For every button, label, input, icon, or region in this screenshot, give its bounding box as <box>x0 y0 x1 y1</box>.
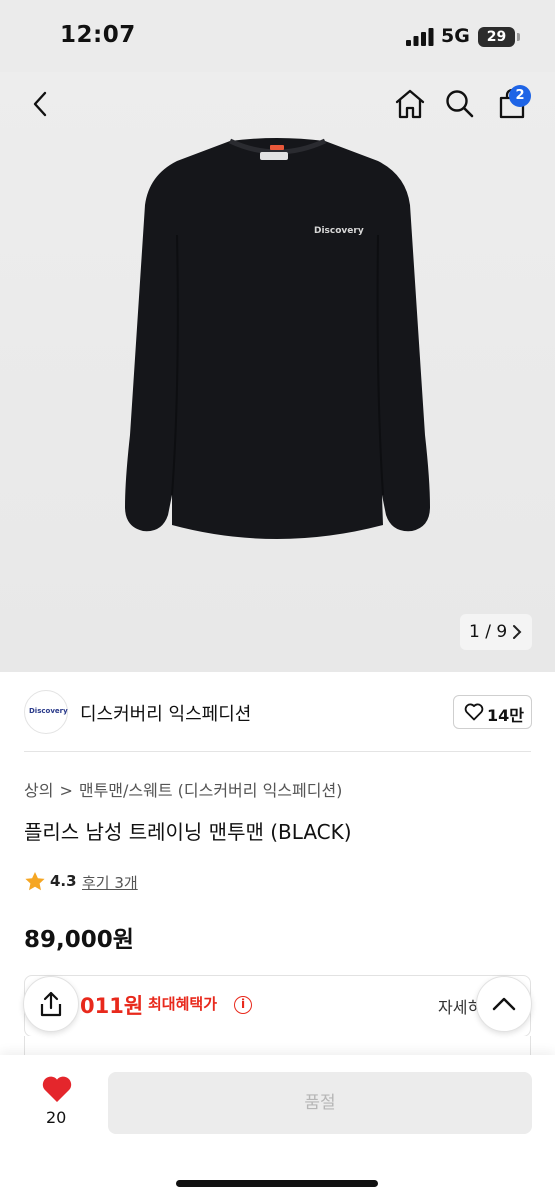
battery-icon: 29 <box>478 27 515 47</box>
wish-count: 20 <box>46 1108 67 1127</box>
home-icon[interactable] <box>388 82 432 126</box>
share-icon <box>40 991 62 1017</box>
share-button[interactable] <box>23 976 79 1032</box>
breadcrumb-subcategory[interactable]: 맨투맨/스웨트 (디스커버리 익스페디션) <box>79 781 343 800</box>
product-price: 89,000원 <box>24 927 134 953</box>
sweater-logo-text: Discovery <box>314 226 364 236</box>
battery-level: 29 <box>486 29 507 45</box>
breadcrumb: 상의 > 맨투맨/스웨트 (디스커버리 익스페디션) <box>24 777 348 801</box>
divider <box>24 751 531 752</box>
review-count-link[interactable]: 후기 3개 <box>82 872 138 893</box>
status-time: 12:07 <box>60 22 136 48</box>
battery-tip <box>517 33 520 41</box>
star-icon <box>25 872 45 891</box>
product-title: 플리스 남성 트레이닝 맨투맨 (BLACK) <box>24 820 352 844</box>
image-pager[interactable]: 1 / 9 <box>460 614 532 650</box>
chevron-up-icon <box>492 997 516 1011</box>
breadcrumb-separator: > <box>59 781 73 800</box>
pager-text: 1 / 9 <box>469 622 508 642</box>
brand-name[interactable]: 디스커버리 익스페디션 <box>80 700 251 726</box>
rating-value: 4.3 <box>50 872 77 890</box>
home-indicator <box>176 1180 378 1187</box>
info-icon[interactable]: i <box>234 996 252 1014</box>
signal-icon <box>406 28 434 46</box>
sold-out-button[interactable]: 품절 <box>108 1072 532 1134</box>
benefit-price: 011원 <box>80 994 144 1018</box>
back-icon[interactable] <box>18 82 62 126</box>
network-label: 5G <box>441 25 470 47</box>
heart-filled-icon[interactable] <box>41 1074 73 1104</box>
brand-like-count: 14만 <box>487 706 524 725</box>
scroll-top-button[interactable] <box>476 976 532 1032</box>
chevron-right-icon <box>513 625 522 639</box>
heart-outline-icon <box>464 703 484 721</box>
brand-logo-text: Discovery <box>29 707 68 715</box>
brand-like-button[interactable]: 14만 <box>453 695 532 729</box>
cart-badge: 2 <box>509 85 531 107</box>
brand-logo[interactable]: Discovery <box>24 690 68 734</box>
product-photo: Discovery <box>125 138 430 539</box>
search-icon[interactable] <box>438 82 482 126</box>
breadcrumb-category[interactable]: 상의 <box>24 781 53 800</box>
benefit-label: 최대혜택가 <box>148 995 218 1013</box>
